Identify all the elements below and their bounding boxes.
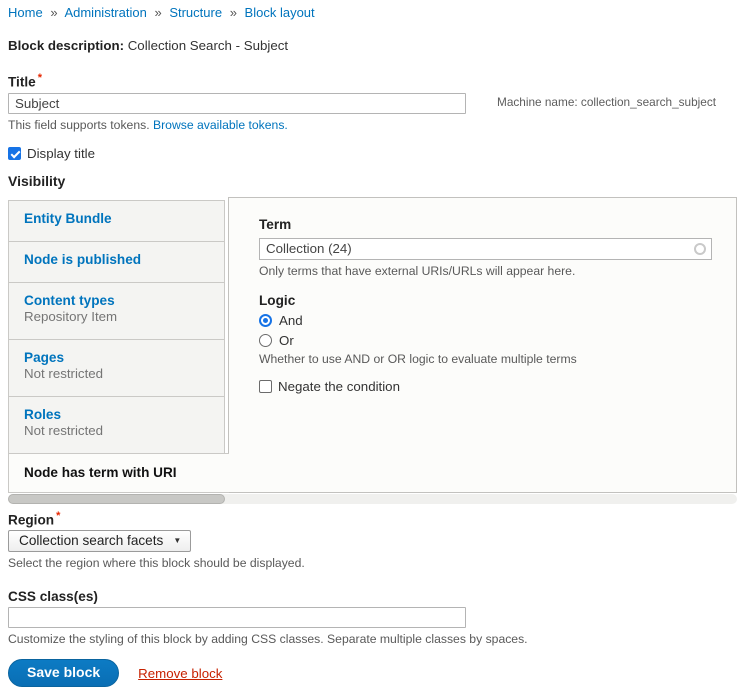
block-description-label: Block description: (8, 38, 124, 53)
display-title-label[interactable]: Display title (27, 146, 95, 161)
visibility-vertical-tabs: Entity Bundle Node is published Content … (8, 197, 737, 493)
display-title-row: Display title (8, 146, 737, 161)
tab-title: Roles (24, 406, 219, 423)
tab-title: Node has term with URI (24, 464, 224, 481)
breadcrumb-link-block-layout[interactable]: Block layout (245, 5, 315, 20)
term-description: Only terms that have external URIs/URLs … (259, 264, 712, 278)
tab-title: Node is published (24, 251, 219, 268)
title-label: Title* (8, 72, 737, 90)
breadcrumb-link-structure[interactable]: Structure (169, 5, 222, 20)
title-input[interactable] (8, 93, 466, 114)
title-description-text: This field supports tokens. (8, 118, 150, 132)
breadcrumb-link-administration[interactable]: Administration (64, 5, 146, 20)
breadcrumb-separator: » (154, 5, 161, 20)
horizontal-scrollbar-thumb[interactable] (8, 494, 225, 504)
tab-title: Content types (24, 292, 219, 309)
region-select[interactable]: Collection search facets ▼ (8, 530, 191, 552)
logic-or-row: Or (259, 333, 712, 348)
logic-or-label[interactable]: Or (279, 333, 294, 348)
tab-title: Pages (24, 349, 219, 366)
save-block-button[interactable]: Save block (8, 659, 119, 687)
title-description: This field supports tokens. Browse avail… (8, 118, 737, 132)
tab-summary: Not restricted (24, 366, 219, 382)
breadcrumb: Home » Administration » Structure » Bloc… (8, 5, 737, 20)
display-title-checkbox[interactable] (8, 147, 21, 160)
required-marker: * (38, 72, 42, 84)
logic-description: Whether to use AND or OR logic to evalua… (259, 352, 712, 366)
tab-title: Entity Bundle (24, 210, 219, 227)
term-label: Term (259, 217, 712, 232)
region-select-value: Collection search facets (19, 533, 163, 548)
block-description-row: Block description: Collection Search - S… (8, 38, 737, 53)
region-description: Select the region where this block shoul… (8, 556, 737, 570)
logic-and-row: And (259, 313, 712, 328)
tab-roles[interactable]: Roles Not restricted (8, 396, 225, 454)
title-row: Machine name: collection_search_subject (8, 90, 737, 114)
breadcrumb-link-home[interactable]: Home (8, 5, 43, 20)
tab-pages[interactable]: Pages Not restricted (8, 339, 225, 397)
visibility-tab-menu: Entity Bundle Node is published Content … (8, 200, 225, 493)
logic-and-radio[interactable] (259, 314, 272, 327)
title-label-text: Title (8, 75, 36, 90)
term-input-wrap (259, 238, 712, 260)
block-description-value: Collection Search - Subject (128, 38, 288, 53)
region-label: Region* (8, 510, 737, 528)
tab-content-types[interactable]: Content types Repository Item (8, 282, 225, 340)
horizontal-scrollbar-track[interactable] (8, 494, 737, 504)
region-label-text: Region (8, 512, 54, 527)
logic-group: Logic And Or Whether to use AND or OR lo… (259, 293, 712, 366)
browse-tokens-link[interactable]: Browse available tokens. (153, 118, 288, 132)
logic-label: Logic (259, 293, 712, 308)
css-classes-description: Customize the styling of this block by a… (8, 632, 737, 646)
visibility-heading: Visibility (8, 173, 737, 189)
negate-condition-row: Negate the condition (259, 379, 712, 394)
breadcrumb-separator: » (230, 5, 237, 20)
breadcrumb-separator: » (50, 5, 57, 20)
block-configure-page: Home » Administration » Structure » Bloc… (0, 0, 745, 687)
css-classes-input[interactable] (8, 607, 466, 628)
tab-node-has-term-with-uri[interactable]: Node has term with URI (8, 453, 229, 493)
negate-condition-checkbox[interactable] (259, 380, 272, 393)
chevron-down-icon: ▼ (173, 536, 181, 545)
tab-summary: Not restricted (24, 423, 219, 439)
logic-and-label[interactable]: And (279, 313, 303, 328)
logic-or-radio[interactable] (259, 334, 272, 347)
css-classes-label: CSS class(es) (8, 589, 737, 604)
negate-condition-label[interactable]: Negate the condition (278, 379, 400, 394)
tab-summary: Repository Item (24, 309, 219, 325)
remove-block-link[interactable]: Remove block (138, 666, 222, 681)
machine-name-text: Machine name: collection_search_subject (497, 95, 716, 109)
tab-node-is-published[interactable]: Node is published (8, 241, 225, 283)
autocomplete-throbber-icon (694, 243, 706, 255)
form-actions: Save block Remove block (8, 659, 737, 687)
required-marker: * (56, 510, 60, 522)
term-autocomplete-input[interactable] (259, 238, 712, 260)
tab-entity-bundle[interactable]: Entity Bundle (8, 200, 225, 242)
visibility-tab-pane: Term Only terms that have external URIs/… (228, 197, 737, 493)
